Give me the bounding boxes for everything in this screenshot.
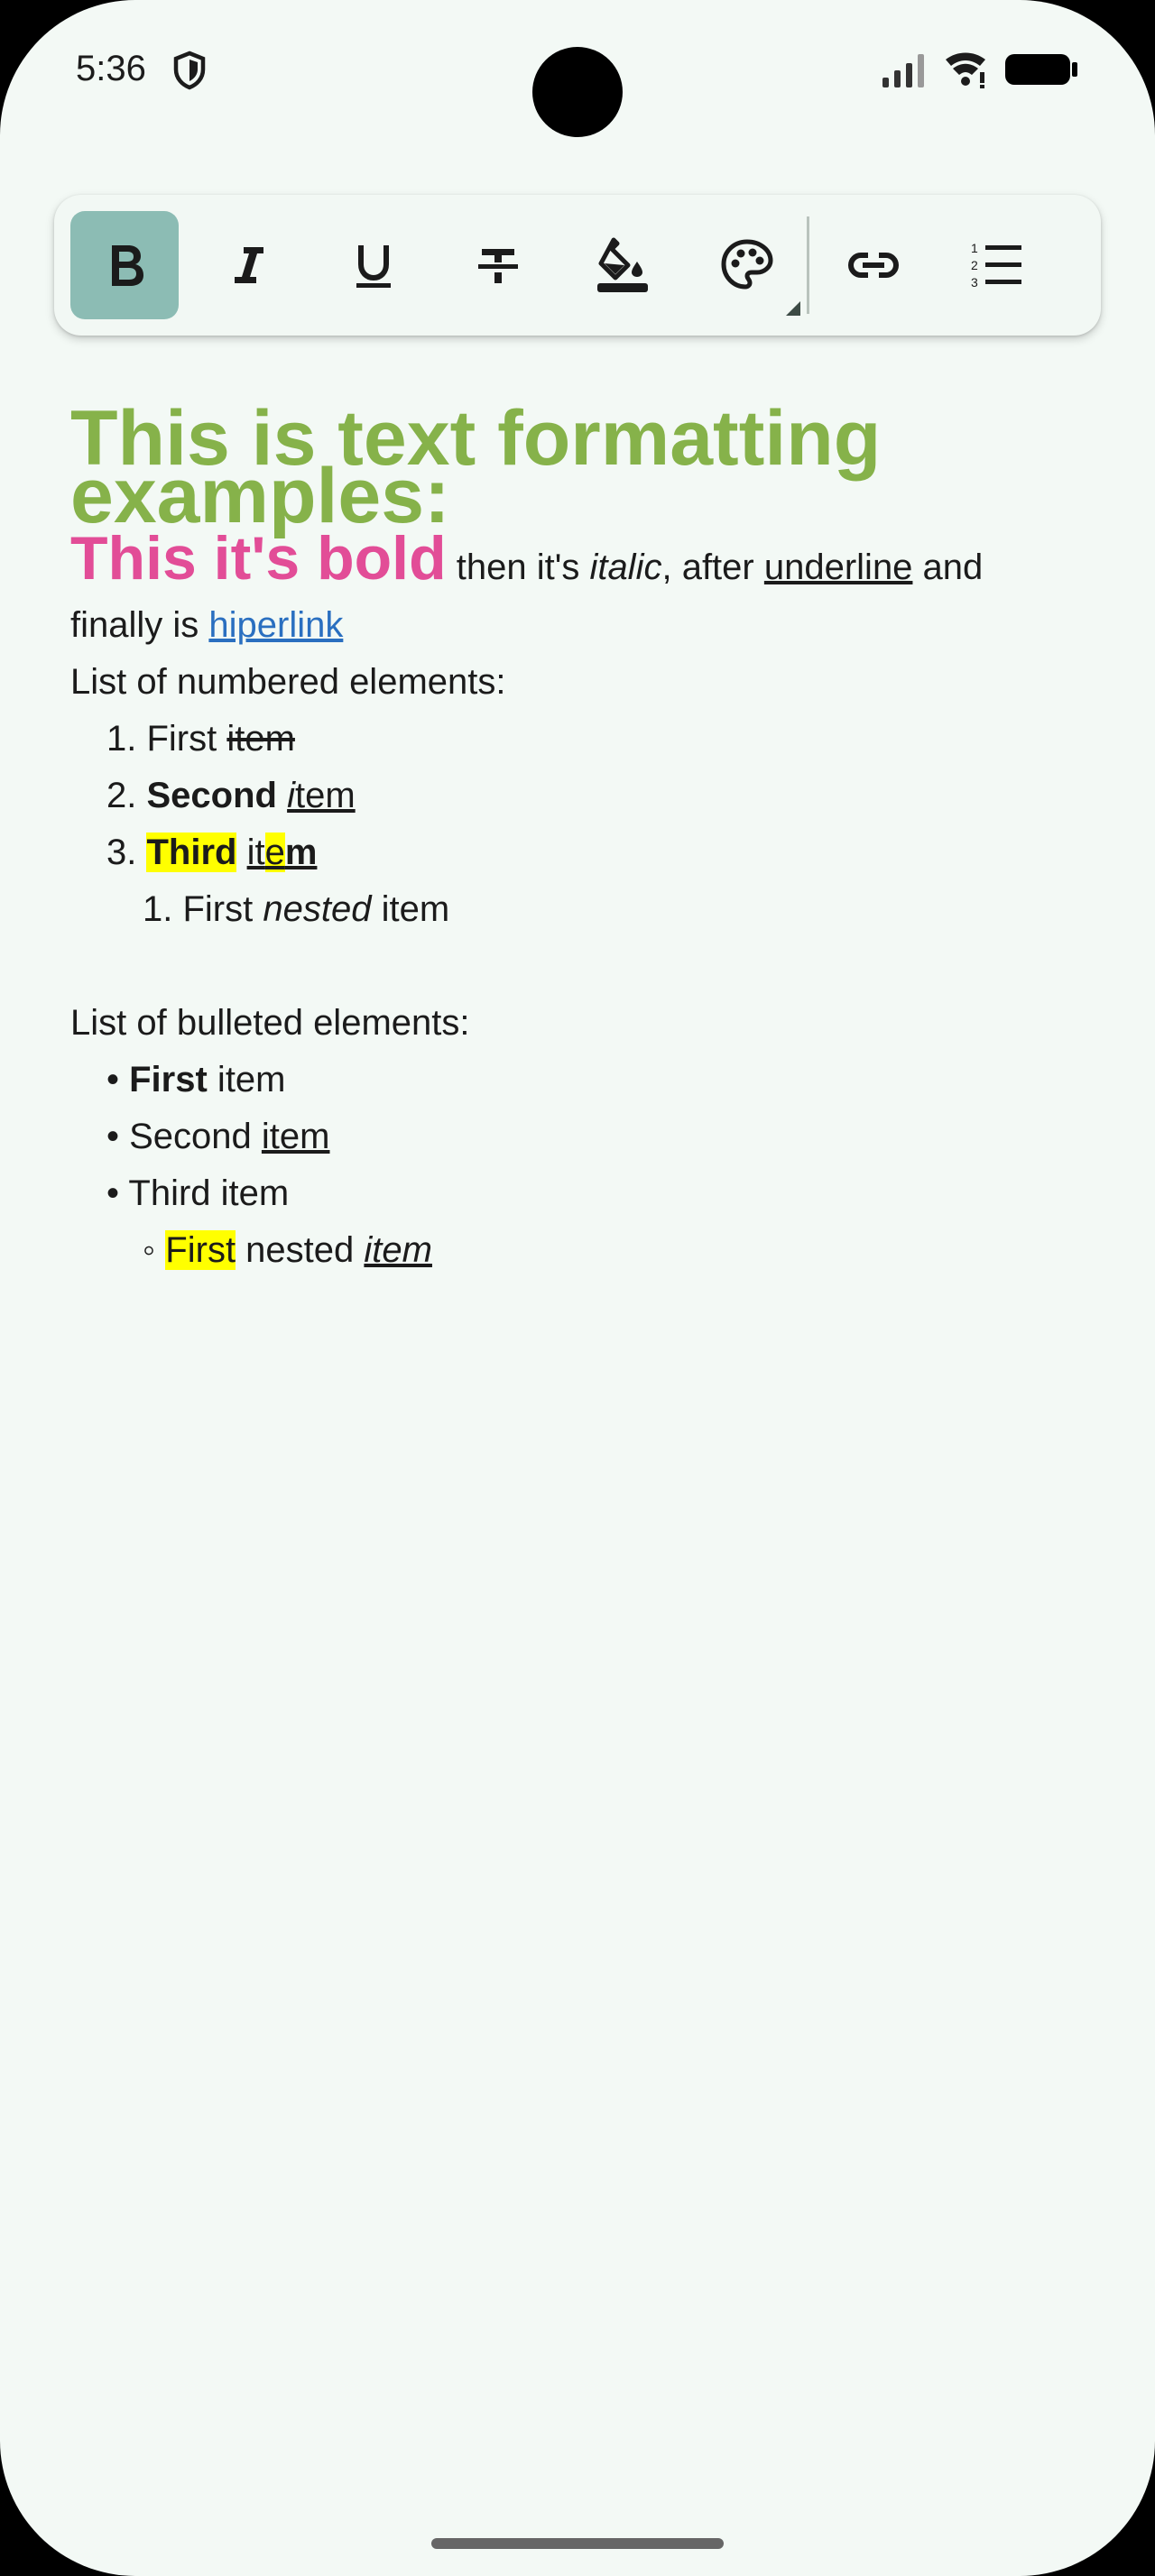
text-run: nested [236,1230,365,1270]
numbered-list-icon: 1 2 3 [971,241,1021,290]
numbered-list-heading: List of numbered elements: [70,662,506,702]
nested-list-item: 1. First nested item [70,881,1099,938]
list-marker: 3. [106,833,147,872]
bold-text: First [129,1060,208,1099]
strikethrough-text: item [226,719,295,759]
underline-button[interactable] [319,211,428,319]
home-indicator[interactable] [431,2538,724,2549]
list-marker: 1. [106,719,147,759]
list-marker: 2. [106,776,147,815]
svg-text:1: 1 [971,241,978,255]
list-item: 3. Third item [70,824,1099,881]
text-color-button[interactable] [693,211,801,319]
text-run: finally is [70,605,209,645]
list-item: • Third item [70,1165,1099,1222]
bold-pink-text: This it's bold [70,524,447,593]
text-run: and [912,547,984,587]
toolbar-divider [807,216,809,314]
svg-text:3: 3 [971,275,978,290]
paragraph-1: This it's bold then it's italic, after u… [70,528,1099,597]
underline-text: tem [294,776,356,815]
list-item: • Second item [70,1109,1099,1165]
underline-highlight-text: e [264,833,285,872]
bullet-marker: • [106,1117,130,1156]
more-button[interactable] [1068,211,1101,319]
bold-button[interactable] [70,211,179,319]
italic-text: italic [589,547,662,587]
document-title: This is text formatting examples: [70,388,1099,535]
phone-screen: 5:36 1 2 3 This is text formatting examp… [0,0,1155,2576]
text-run: item [371,889,450,929]
highlight-button[interactable] [568,211,677,319]
bulleted-list: • First item • Second item • Third item … [70,1052,1099,1279]
empty-line [70,938,1099,995]
underline-text: underline [763,547,913,587]
fill-bucket-icon [597,237,648,292]
text-run: Third item [128,1173,290,1213]
list-item: 2. Second item [70,768,1099,824]
underline-bold-text: m [284,833,318,872]
text-run: First [146,719,227,759]
italic-underline-text: i [287,776,295,815]
dropdown-corner-icon [786,301,800,316]
bullet-marker: ◦ [143,1230,166,1270]
palette-icon [721,239,773,290]
italic-text: nested [263,889,372,929]
link-icon [847,253,900,278]
signal-icon [882,54,924,87]
underline-icon [356,245,391,288]
text-run: , after [661,547,764,587]
wifi-icon [946,52,985,88]
shield-icon [173,51,206,90]
list-item: 1. First item [70,711,1099,768]
svg-text:2: 2 [971,258,978,272]
numbered-list: 1. First item 2. Second item 3. Third it… [70,711,1099,938]
text-run [277,776,287,815]
underline-text: item [261,1117,330,1156]
front-camera [532,47,623,137]
bold-highlight-text: Third [146,833,237,872]
bold-icon [112,245,143,286]
bold-text: Second [146,776,277,815]
strikethrough-button[interactable] [444,211,552,319]
list-marker: 1. [143,889,183,929]
status-time: 5:36 [76,49,146,88]
text-run [236,833,246,872]
nested-list-item: ◦ First nested item [70,1222,1099,1279]
hyperlink[interactable]: hiperlink [208,605,343,645]
bulleted-list-heading: List of bulleted elements: [70,1003,470,1043]
battery-icon [1005,54,1077,85]
formatting-toolbar: 1 2 3 [54,195,1101,336]
text-run: First [182,889,263,929]
text-run: then it's [446,547,590,587]
text-run: Second [129,1117,262,1156]
rich-text-editor[interactable]: This is text formatting examples: This i… [70,388,1099,1279]
paragraph-2: finally is hiperlink [70,597,1099,654]
highlight-text: First [165,1230,236,1270]
italic-icon [235,247,263,283]
strikethrough-icon [478,249,518,283]
numbered-list-button[interactable]: 1 2 3 [944,211,1052,319]
italic-underline-text: item [364,1230,432,1270]
more-icon [1094,236,1101,294]
bullet-marker: • [106,1060,130,1099]
link-button[interactable] [819,211,928,319]
bullet-marker: • [106,1173,129,1213]
list-item: • First item [70,1052,1099,1109]
italic-button[interactable] [195,211,303,319]
text-run: item [207,1060,286,1099]
underline-text: it [246,833,265,872]
